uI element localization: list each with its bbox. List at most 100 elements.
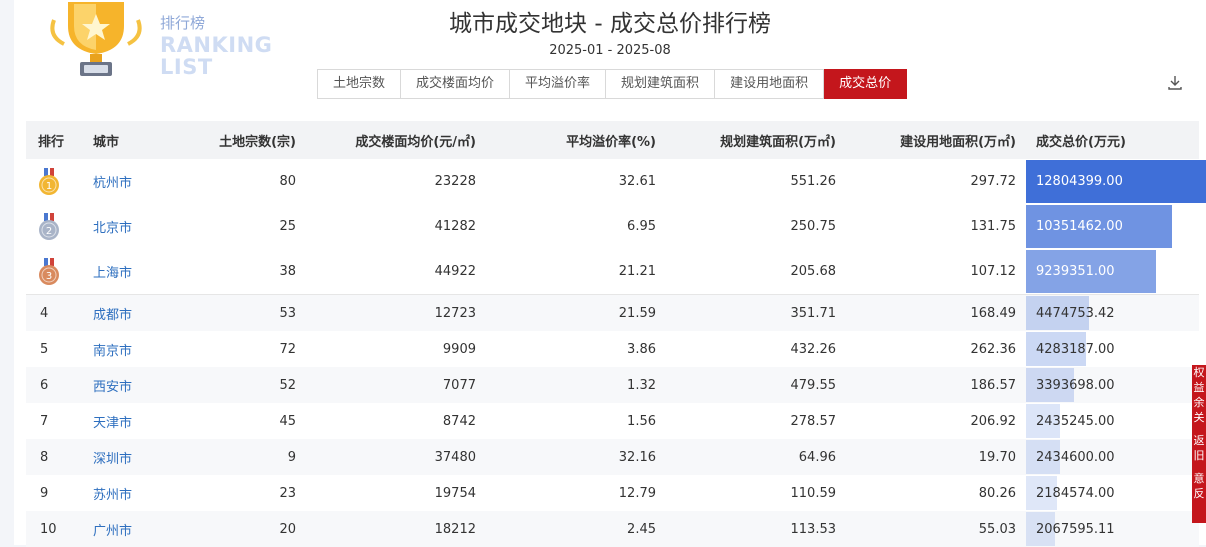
city-cell: 杭州市: [83, 159, 166, 204]
ranking-table: 排行 城市 土地宗数(宗) 成交楼面均价(元/㎡) 平均溢价率(%) 规划建筑面积(万㎡)…: [26, 121, 1206, 547]
table-row[interactable]: 6 西安市 52 7077 1.32 479.55 186.57 3393698.00: [26, 367, 1199, 403]
planned-area-cell: 205.68: [790, 264, 837, 279]
side-tab-char: 反: [1193, 487, 1205, 500]
table-row[interactable]: 2 北京市 25 41282 6.95 250.75 131.75 10351462.00: [26, 204, 1199, 249]
land-area-cell: 19.70: [846, 439, 1026, 475]
tab-0[interactable]: 土地宗数: [317, 69, 402, 99]
total-price-value: 2067595.11: [1036, 521, 1115, 537]
premium-rate-cell: 21.59: [486, 294, 666, 331]
land-area-cell: 107.12: [970, 264, 1017, 279]
side-tab-char: 关: [1193, 411, 1205, 424]
total-price-cell: 2435245.00: [1026, 403, 1199, 439]
city-link[interactable]: 西安市: [93, 380, 132, 395]
medal-rank-number: 1: [46, 181, 52, 192]
rank-cell: 1: [26, 159, 83, 204]
side-tab-char: 权: [1193, 366, 1205, 379]
premium-rate-cell: 1.32: [486, 367, 666, 403]
avg-floor-price-cell: 8742: [442, 413, 476, 429]
column-header-5[interactable]: 规划建筑面积(万㎡): [666, 121, 846, 159]
city-link[interactable]: 广州市: [93, 524, 132, 539]
city-link[interactable]: 成都市: [93, 308, 132, 323]
column-header-4[interactable]: 平均溢价率(%): [486, 121, 666, 159]
column-header-3[interactable]: 成交楼面均价(元/㎡): [306, 121, 486, 159]
premium-rate-cell: 21.21: [618, 264, 656, 279]
table-row[interactable]: 4 成都市 53 12723 21.59 351.71 168.49 4474753.42: [26, 294, 1199, 331]
tab-4[interactable]: 建设用地面积: [715, 69, 825, 99]
table-row[interactable]: 8 深圳市 9 37480 32.16 64.96 19.70 2434600.00: [26, 439, 1199, 475]
city-link[interactable]: 天津市: [93, 416, 132, 431]
land-count-cell: 72: [279, 341, 296, 357]
avg-floor-price-cell: 18212: [306, 511, 486, 547]
city-cell: 苏州市: [83, 475, 166, 511]
city-link[interactable]: 杭州市: [93, 176, 132, 191]
table-row[interactable]: 3 上海市 38 44922 21.21 205.68 107.12 9239351.00: [26, 249, 1199, 295]
avg-floor-price-cell: 37480: [306, 439, 486, 475]
ranking-label-en-line2: LIST: [160, 55, 213, 79]
medal-icon-1: 1: [39, 167, 59, 195]
ranking-page: 排行榜 RANKING LIST 城市成交地块 - 成交总价排行榜 2025-0…: [14, 0, 1206, 547]
planned-area-cell: 351.71: [666, 294, 846, 331]
side-floating-tab[interactable]: 权益余关返旧意反: [1192, 365, 1206, 523]
medal-rank-number: 3: [46, 271, 52, 282]
city-cell: 北京市: [83, 204, 166, 249]
total-price-value: 4283187.00: [1036, 341, 1115, 357]
side-tab-char: [1192, 463, 1206, 471]
side-tab-char: 意: [1193, 472, 1205, 485]
city-link[interactable]: 深圳市: [93, 452, 132, 467]
premium-rate-cell: 1.56: [627, 413, 656, 429]
planned-area-cell: 250.75: [790, 219, 837, 234]
total-price-value: 9239351.00: [1036, 264, 1115, 279]
city-link[interactable]: 南京市: [93, 344, 132, 359]
side-tab-char: 余: [1193, 396, 1205, 409]
avg-floor-price-cell: 9909: [442, 341, 476, 357]
city-cell: 西安市: [83, 367, 166, 403]
table-row[interactable]: 5 南京市 72 9909 3.86 432.26 262.36 4283187.00: [26, 331, 1199, 367]
total-price-cell: 4283187.00: [1026, 331, 1199, 367]
table-row[interactable]: 7 天津市 45 8742 1.56 278.57 206.92 2435245.00: [26, 403, 1199, 439]
land-count-cell: 20: [166, 511, 306, 547]
table-row[interactable]: 10 广州市 20 18212 2.45 113.53 55.03 2067595.11: [26, 511, 1199, 547]
side-tab-char: 益: [1193, 381, 1205, 394]
land-count-cell: 52: [166, 367, 306, 403]
city-cell: 深圳市: [83, 439, 166, 475]
planned-area-cell: 432.26: [790, 341, 837, 357]
total-price-cell: 4474753.42: [1026, 294, 1199, 331]
medal-icon-2: 2: [39, 212, 59, 240]
land-area-cell: 297.72: [970, 174, 1017, 189]
land-count-cell: 80: [279, 174, 296, 189]
column-header-1[interactable]: 城市: [83, 121, 166, 159]
city-link[interactable]: 北京市: [93, 221, 132, 236]
download-icon[interactable]: [1166, 74, 1184, 92]
land-area-cell: 55.03: [846, 511, 1026, 547]
total-price-cell: 10351462.00: [1026, 204, 1199, 249]
total-price-value: 3393698.00: [1036, 377, 1115, 393]
land-area-cell: 168.49: [846, 294, 1026, 331]
column-header-6[interactable]: 建设用地面积(万㎡): [846, 121, 1026, 159]
table-row[interactable]: 1 杭州市 80 23228 32.61 551.26 297.72 12804399.00: [26, 159, 1206, 204]
rank-cell: 7: [40, 413, 49, 429]
rank-cell: 3: [26, 249, 83, 295]
column-header-2[interactable]: 土地宗数(宗): [166, 121, 306, 159]
premium-rate-cell: 6.95: [627, 219, 656, 234]
tab-2[interactable]: 平均溢价率: [510, 69, 607, 99]
city-cell: 天津市: [83, 403, 166, 439]
tab-5[interactable]: 成交总价: [824, 69, 908, 99]
land-count-cell: 9: [166, 439, 306, 475]
avg-floor-price-cell: 19754: [434, 485, 476, 501]
tab-1[interactable]: 成交楼面均价: [401, 69, 511, 99]
avg-floor-price-cell: 23228: [434, 174, 476, 189]
avg-floor-price-cell: 41282: [434, 219, 476, 234]
column-header-7[interactable]: 成交总价(万元): [1026, 121, 1199, 159]
page-title: 城市成交地块 - 成交总价排行榜: [449, 11, 771, 37]
rank-cell: 5: [40, 341, 49, 357]
city-link[interactable]: 苏州市: [93, 488, 132, 503]
table-row[interactable]: 9 苏州市 23 19754 12.79 110.59 80.26 2184574.00: [26, 475, 1199, 511]
city-link[interactable]: 上海市: [93, 266, 132, 281]
column-header-0[interactable]: 排行: [26, 121, 83, 159]
land-count-cell: 23: [279, 485, 296, 501]
premium-rate-cell: 3.86: [627, 341, 656, 357]
land-count-cell: 38: [279, 264, 296, 279]
tab-3[interactable]: 规划建筑面积: [606, 69, 716, 99]
land-area-cell: 262.36: [970, 341, 1017, 357]
planned-area-cell: 110.59: [790, 485, 837, 501]
